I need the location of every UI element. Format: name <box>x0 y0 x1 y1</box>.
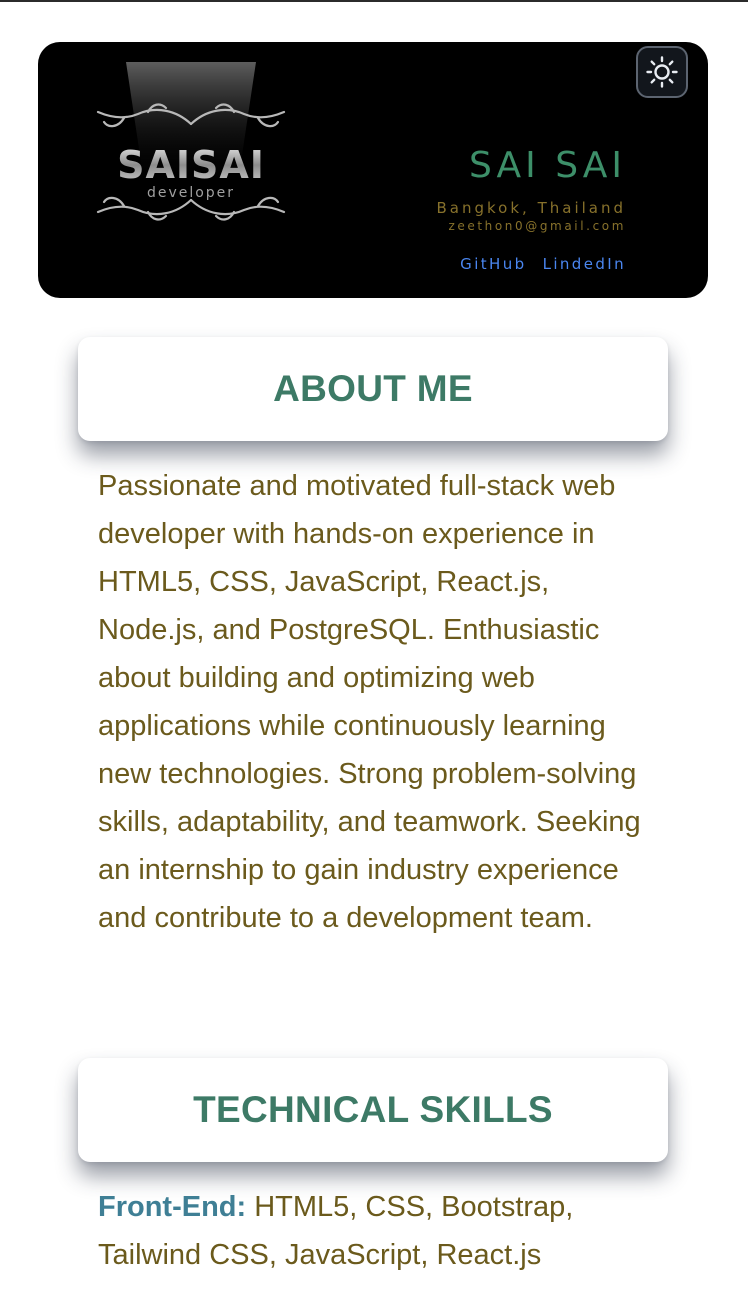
profile-email: zeethon0@gmail.com <box>448 219 626 233</box>
top-border <box>0 0 748 2</box>
theme-toggle-button[interactable] <box>636 46 688 98</box>
saisai-logo: SAISAI developer <box>88 62 294 242</box>
frontend-label: Front-End: <box>98 1191 247 1223</box>
technical-skills-header: TECHNICAL SKILLS <box>78 1058 668 1162</box>
about-me-header: ABOUT ME <box>78 337 668 441</box>
logo-title: SAISAI <box>117 143 265 187</box>
profile-info: SAI SAI Bangkok, Thailand zeethon0@gmail… <box>437 146 626 275</box>
profile-header: SAISAI developer SAI SAI Bangkok, Thaila… <box>38 42 708 298</box>
about-me-title: ABOUT ME <box>273 368 473 409</box>
profile-links: GitHub LindedIn <box>437 254 626 275</box>
frontend-skills: Front-End: HTML5, CSS, Bootstrap, Tailwi… <box>98 1183 658 1279</box>
profile-name: SAI SAI <box>469 145 626 186</box>
technical-skills-title: TECHNICAL SKILLS <box>193 1089 553 1130</box>
logo-subtitle: developer <box>147 185 235 201</box>
linkedin-link[interactable]: LindedIn <box>543 255 626 273</box>
github-link[interactable]: GitHub <box>460 255 526 273</box>
sun-icon <box>646 56 678 88</box>
profile-location: Bangkok, Thailand <box>436 199 626 217</box>
about-me-text: Passionate and motivated full-stack web … <box>98 470 641 934</box>
